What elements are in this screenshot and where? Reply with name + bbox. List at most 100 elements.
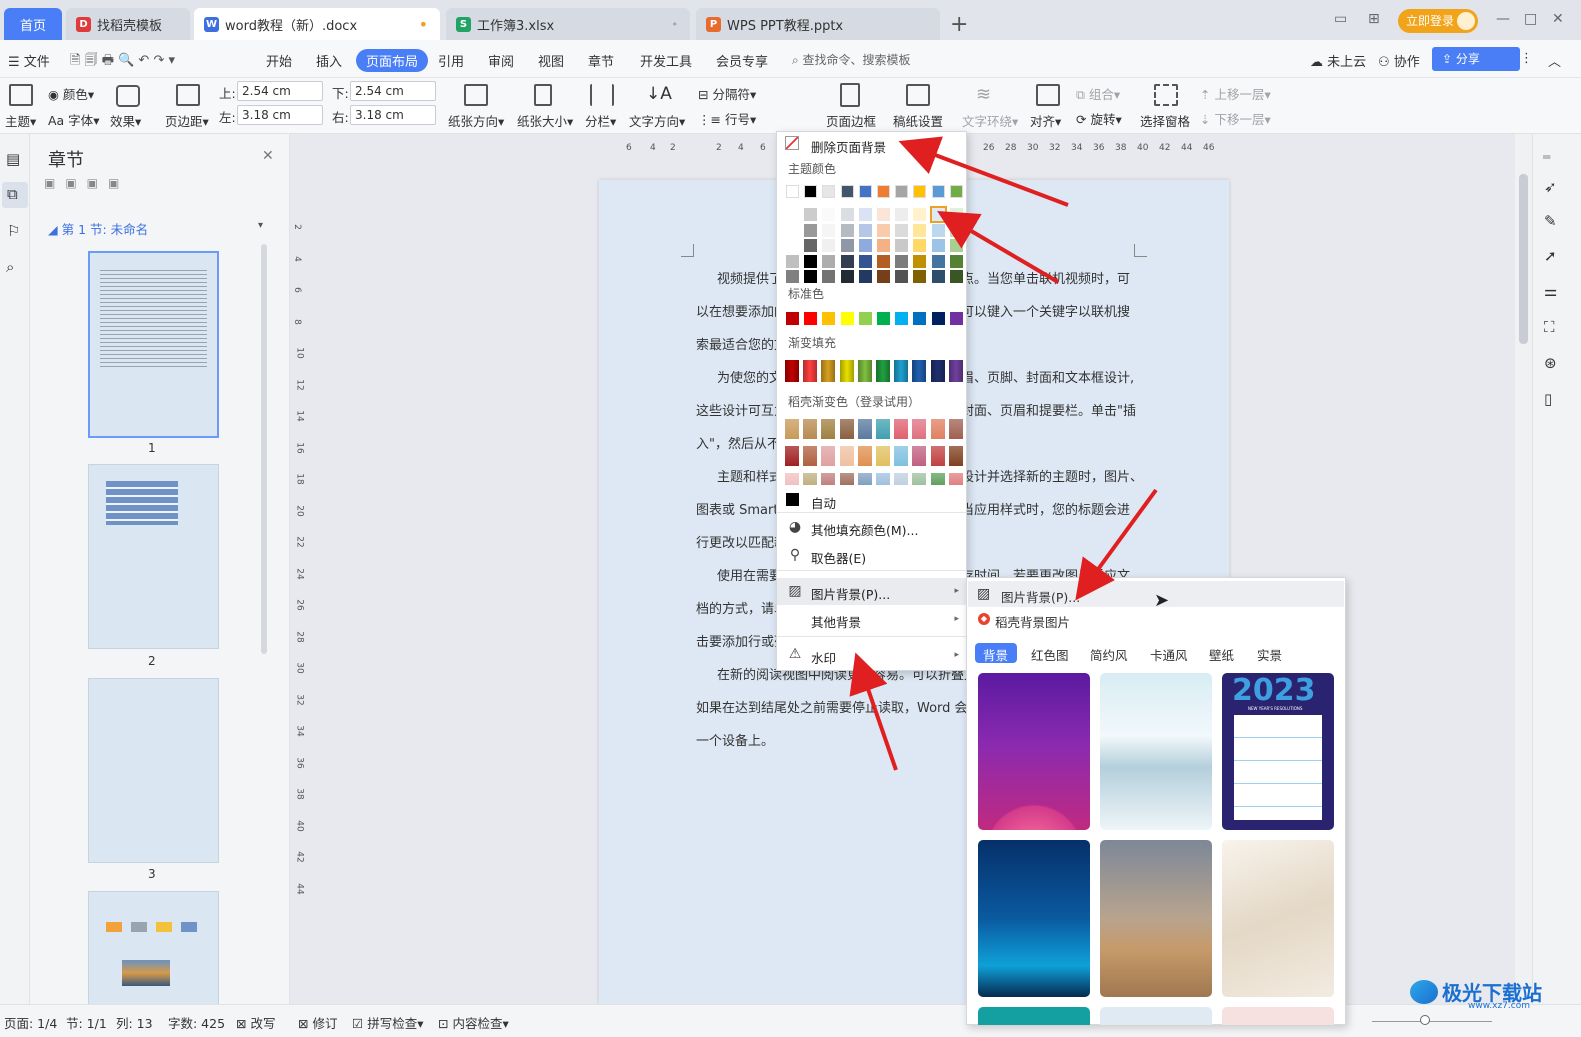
more-icon[interactable]: ⋮ [1520, 51, 1533, 66]
bg-thumb-misty-mountains[interactable] [1100, 673, 1212, 830]
bg-thumb-pink[interactable] [1222, 1007, 1334, 1025]
color-picker-item[interactable]: 取色器(E) [811, 548, 866, 567]
apps-grid-icon[interactable]: ⊞ [1368, 11, 1380, 27]
page-thumbnail-3[interactable] [88, 678, 219, 863]
theme-shade-swatch[interactable] [858, 239, 872, 253]
daoke-gradient-swatch[interactable] [857, 446, 872, 466]
daoke-gradient-swatch[interactable] [930, 473, 945, 485]
daoke-gradient-swatch[interactable] [785, 419, 799, 439]
theme-shade-swatch[interactable] [877, 270, 890, 284]
menu-developer[interactable]: 开发工具 [640, 51, 692, 70]
bg-thumb-new-year[interactable]: 2023 NEW YEAR'S RESOLUTIONS [1222, 673, 1334, 830]
theme-shade-swatch[interactable] [877, 208, 890, 221]
more-colors-item[interactable]: 其他填充颜色(M)... [811, 520, 918, 539]
gradient-swatch[interactable] [876, 360, 890, 382]
daoke-gradient-swatch[interactable] [912, 419, 927, 439]
theme-shade-swatch[interactable] [895, 239, 909, 253]
theme-shade-swatch[interactable] [804, 270, 818, 284]
theme-shade-swatch[interactable] [858, 223, 872, 237]
revise-toggle[interactable]: ⊠ 修订 [298, 1013, 337, 1032]
collapse-ribbon-icon[interactable]: ︿ [1548, 51, 1561, 70]
daoke-gradient-swatch[interactable] [857, 419, 872, 439]
rocket-icon[interactable]: ➶ [1544, 178, 1557, 196]
bottom-margin-input[interactable]: 2.54 cm [350, 81, 436, 101]
daoke-gradient-swatch[interactable] [894, 446, 909, 466]
tab-xlsx[interactable]: S 工作簿3.xlsx • [446, 8, 690, 40]
gradient-swatch[interactable] [857, 360, 872, 382]
rewrite-toggle[interactable]: ⊠ 改写 [236, 1013, 275, 1032]
standard-color-swatch[interactable] [804, 312, 818, 325]
category-red[interactable]: 红色图 [1031, 645, 1069, 664]
columns-button[interactable]: 分栏▾ [585, 111, 616, 130]
daoke-gradient-swatch[interactable] [857, 473, 872, 485]
theme-shade-swatch[interactable] [913, 270, 927, 284]
maximize-icon[interactable]: □ [1524, 11, 1537, 27]
standard-color-swatch[interactable] [858, 312, 872, 325]
theme-color-swatch[interactable] [931, 185, 945, 198]
gradient-swatch[interactable] [894, 360, 909, 382]
theme-shade-swatch[interactable] [822, 223, 836, 237]
daoke-gradient-swatch[interactable] [948, 446, 963, 466]
remove-background-item[interactable]: 删除页面背景 [811, 137, 886, 156]
theme-shade-swatch[interactable] [913, 223, 927, 237]
daoke-gradient-swatch[interactable] [876, 473, 890, 485]
cloud-button[interactable]: ☁ 未上云 [1310, 51, 1366, 70]
theme-shade-swatch[interactable] [786, 223, 799, 237]
theme-shade-swatch[interactable] [949, 270, 963, 284]
margin-button[interactable]: 页边距▾ [165, 111, 209, 130]
standard-color-swatch[interactable] [877, 312, 890, 325]
theme-shade-swatch[interactable] [929, 206, 947, 223]
theme-shade-swatch[interactable] [913, 208, 927, 221]
menu-member[interactable]: 会员专享 [716, 51, 768, 70]
auto-color-item[interactable]: 自动 [811, 493, 836, 512]
separator-button[interactable]: ⊟ 分隔符▾ [698, 84, 756, 103]
standard-color-swatch[interactable] [913, 312, 927, 325]
daoke-gradient-swatch[interactable] [912, 446, 927, 466]
daoke-gradient-swatch[interactable] [839, 446, 854, 466]
outline-icon[interactable]: ▤ [6, 150, 20, 168]
theme-shade-swatch[interactable] [877, 254, 890, 268]
daoke-gradient-swatch[interactable] [821, 473, 836, 485]
category-cartoon[interactable]: 卡通风 [1150, 645, 1188, 664]
vertical-scrollbar[interactable] [1515, 134, 1532, 1004]
bg-thumb-tech-city[interactable] [978, 840, 1090, 997]
daoke-gradient-swatch[interactable] [876, 446, 890, 466]
menu-view[interactable]: 视图 [538, 51, 564, 70]
bg-thumb-purple-planet[interactable] [978, 673, 1090, 830]
standard-color-swatch[interactable] [895, 312, 909, 325]
collab-button[interactable]: ⚇ 协作 [1378, 51, 1420, 70]
pen-icon[interactable]: ✎ [1544, 212, 1557, 230]
daoke-gradient-swatch[interactable] [930, 446, 945, 466]
theme-shade-swatch[interactable] [931, 223, 945, 237]
effect-button[interactable]: 效果▾ [110, 111, 141, 130]
theme-shade-swatch[interactable] [786, 254, 799, 268]
select-pane-button[interactable]: 选择窗格 [1140, 111, 1190, 130]
status-words[interactable]: 字数: 425 [168, 1013, 225, 1032]
daoke-gradient-swatch[interactable] [948, 473, 963, 485]
bg-thumb-teal[interactable] [978, 1007, 1090, 1025]
watermark-item[interactable]: 水印 [811, 648, 836, 667]
bg-thumb-sand-waves[interactable] [1222, 840, 1334, 997]
daoke-gradient-swatch[interactable] [821, 419, 836, 439]
close-icon[interactable]: ✕ [1552, 11, 1564, 27]
theme-color-swatch[interactable] [877, 185, 890, 198]
daoke-gradient-swatch[interactable] [839, 473, 854, 485]
theme-shade-swatch[interactable] [877, 239, 890, 253]
sliders-icon[interactable]: ⚌ [1544, 282, 1557, 300]
theme-shade-swatch[interactable] [804, 254, 818, 268]
rotate-button[interactable]: ⟳ 旋转▾ [1076, 109, 1122, 128]
daoke-gradient-swatch[interactable] [930, 419, 945, 439]
orientation-button[interactable]: 纸张方向▾ [448, 111, 504, 130]
line-number-button[interactable]: ⋮≡ 行号▾ [698, 109, 756, 128]
zoom-slider[interactable] [1372, 1021, 1492, 1022]
theme-color-swatch[interactable] [949, 185, 963, 198]
share-button[interactable]: ⇪ 分享 [1432, 47, 1520, 71]
theme-shade-swatch[interactable] [840, 254, 854, 268]
color-button[interactable]: ◉ 颜色▾ [48, 84, 94, 103]
bookmark-icon[interactable]: ⚐ [7, 222, 20, 240]
category-real[interactable]: 实景 [1257, 645, 1282, 664]
theme-shade-swatch[interactable] [858, 254, 872, 268]
vertical-ruler[interactable]: 2 4 6 8 10 12 14 16 18 20 22 24 26 28 30 32 34 36 38 40 42 44 [290, 156, 312, 1004]
close-pane-icon[interactable]: ✕ [262, 148, 274, 164]
daoke-gradient-swatch[interactable] [803, 473, 818, 485]
